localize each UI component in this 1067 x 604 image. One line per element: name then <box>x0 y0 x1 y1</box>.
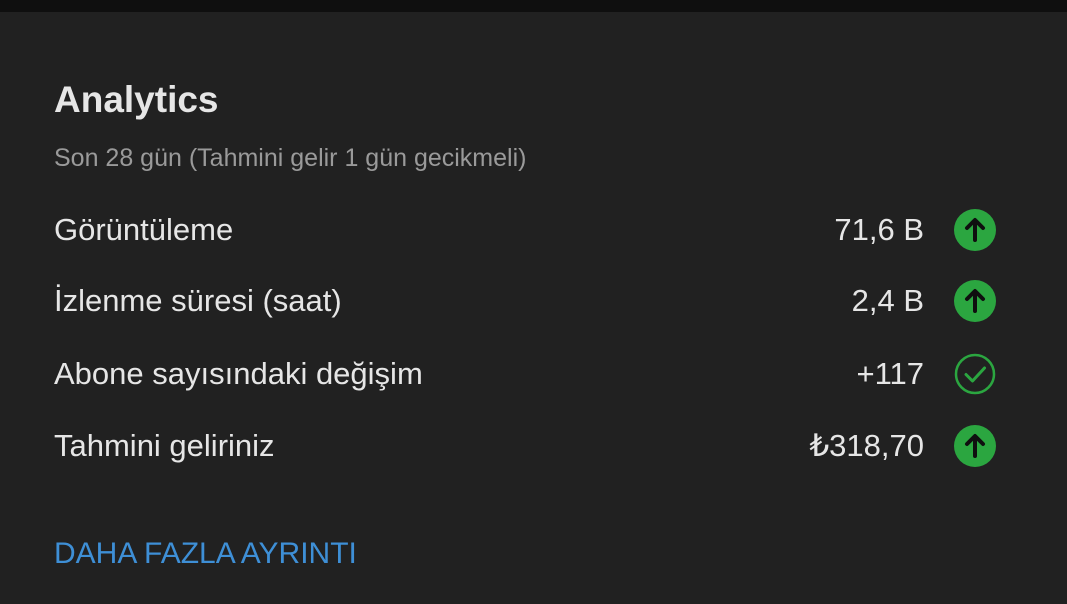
metric-label: Tahmini geliriniz <box>54 428 275 463</box>
metric-row-revenue: Tahmini geliriniz ₺318,70 <box>54 424 1000 468</box>
metric-value: ₺318,70 <box>809 428 924 463</box>
more-details-link[interactable]: DAHA FAZLA AYRINTI <box>54 536 357 572</box>
metric-row-subscribers: Abone sayısındaki değişim +117 <box>54 352 1000 396</box>
metric-label: Abone sayısındaki değişim <box>54 356 423 391</box>
check-circle-icon <box>954 353 996 395</box>
metric-value: +117 <box>856 356 924 391</box>
metric-row-views: Görüntüleme 71,6 B <box>54 208 1000 252</box>
metric-label: İzlenme süresi (saat) <box>54 283 342 318</box>
metric-value: 2,4 B <box>851 283 924 318</box>
card-title: Analytics <box>54 79 219 120</box>
metric-label: Görüntüleme <box>54 212 234 247</box>
card-subtitle: Son 28 gün (Tahmini gelir 1 gün gecikmel… <box>54 144 527 172</box>
arrow-up-icon <box>954 425 996 467</box>
top-bar <box>0 0 1067 12</box>
metric-row-watch-time: İzlenme süresi (saat) 2,4 B <box>54 279 1000 323</box>
arrow-up-icon <box>954 280 996 322</box>
arrow-up-icon <box>954 209 996 251</box>
metric-value: 71,6 B <box>834 212 924 247</box>
analytics-card: Analytics Son 28 gün (Tahmini gelir 1 gü… <box>0 12 1067 604</box>
